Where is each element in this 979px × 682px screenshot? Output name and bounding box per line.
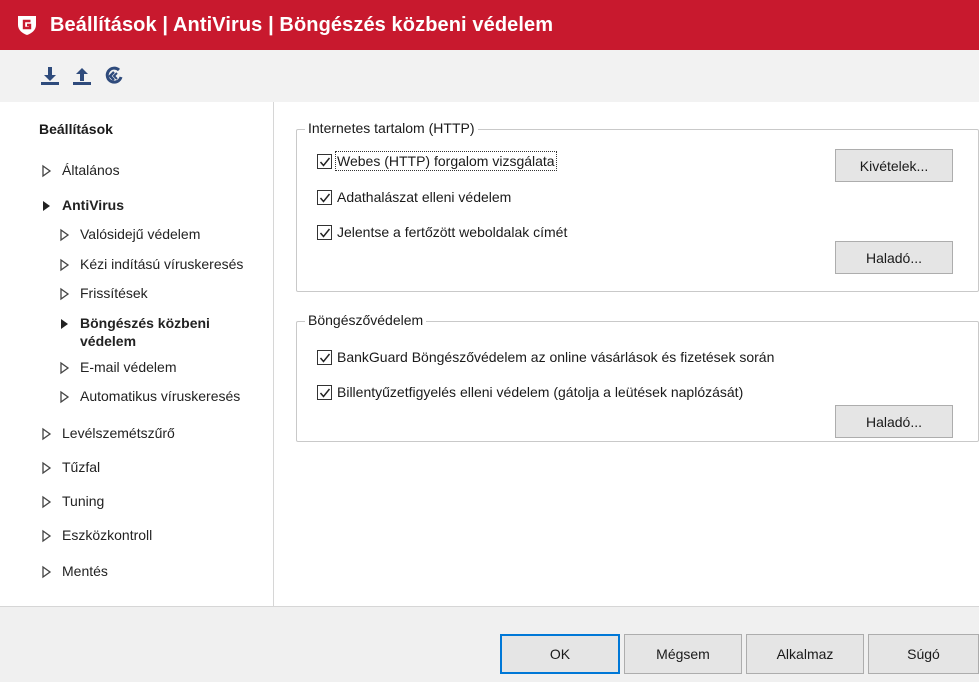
sidebar-item-levelszemet[interactable]: Levélszemétszűrő [39,424,175,442]
import-button[interactable] [38,64,62,88]
exceptions-button[interactable]: Kivételek... [835,149,953,182]
collapsed-arrow-icon [60,390,70,404]
sidebar-item-frissitesek[interactable]: Frissítések [57,284,148,302]
import-icon [41,67,59,85]
checkmark-icon [319,388,331,398]
checkbox-box [317,349,332,365]
expanded-arrow-icon [43,201,50,211]
dialog-footer: OK Mégsem Alkalmaz Súgó [0,606,979,682]
help-button[interactable]: Súgó [868,634,979,674]
keylogger-checkbox[interactable]: Billentyűzetfigyelés elleni védelem (gát… [317,384,743,400]
collapsed-arrow-icon [42,461,52,475]
apply-button[interactable]: Alkalmaz [746,634,864,674]
collapsed-arrow-icon [42,495,52,509]
browser-advanced-button[interactable]: Haladó... [835,405,953,438]
http-advanced-button[interactable]: Haladó... [835,241,953,274]
checkbox-box [317,189,332,205]
sidebar-heading: Beállítások [39,121,113,137]
checkbox-box [317,384,332,400]
title-bar: Beállítások | AntiVirus | Böngészés közb… [0,0,979,50]
sidebar-item-valosideju[interactable]: Valósidejű védelem [57,225,200,243]
sidebar-item-altalanos[interactable]: Általános [39,161,120,179]
collapsed-arrow-icon [60,228,70,242]
bankguard-checkbox[interactable]: BankGuard Böngészővédelem az online vásá… [317,349,774,365]
http-group-legend: Internetes tartalom (HTTP) [305,120,478,136]
gdata-logo-icon [18,16,36,35]
collapsed-arrow-icon [42,164,52,178]
export-button[interactable] [70,64,94,88]
sidebar-item-kezi[interactable]: Kézi indítású víruskeresés [57,255,243,273]
browser-group: Böngészővédelem BankGuard Böngészővédele… [296,312,979,442]
collapsed-arrow-icon [42,427,52,441]
sidebar-item-mentes[interactable]: Mentés [39,562,108,580]
http-scan-checkbox[interactable]: Webes (HTTP) forgalom vizsgálata [317,151,557,171]
checkmark-icon [319,193,331,203]
settings-sidebar: Beállítások Általános AntiVirus Valóside… [0,102,274,606]
checkmark-icon [319,157,331,167]
browser-group-legend: Böngészővédelem [305,312,427,328]
collapsed-arrow-icon [60,361,70,375]
checkbox-box [317,153,332,169]
http-group: Internetes tartalom (HTTP) Webes (HTTP) … [296,120,979,292]
checkmark-icon [319,228,331,238]
reset-icon [105,66,123,84]
sidebar-item-antivirus[interactable]: AntiVirus [39,196,124,214]
window-title: Beállítások | AntiVirus | Böngészés közb… [50,13,554,36]
collapsed-arrow-icon [60,258,70,272]
settings-content: Internetes tartalom (HTTP) Webes (HTTP) … [275,102,979,606]
report-infected-checkbox[interactable]: Jelentse a fertőzött weboldalak címét [317,224,567,240]
export-icon [73,68,91,85]
reset-button[interactable] [102,64,126,88]
phishing-checkbox[interactable]: Adathalászat elleni védelem [317,189,511,205]
checkbox-box [317,224,332,240]
collapsed-arrow-icon [42,529,52,543]
sidebar-item-bongeszes[interactable]: Böngészés közbeni védelem [57,314,247,350]
sidebar-item-tuzfal[interactable]: Tűzfal [39,458,100,476]
selected-arrow-icon [61,319,68,329]
collapsed-arrow-icon [60,287,70,301]
sidebar-item-tuning[interactable]: Tuning [39,492,104,510]
collapsed-arrow-icon [42,565,52,579]
checkmark-icon [319,353,331,363]
sidebar-item-automatikus[interactable]: Automatikus víruskeresés [57,387,240,405]
cancel-button[interactable]: Mégsem [624,634,742,674]
sidebar-item-eszkozkontroll[interactable]: Eszközkontroll [39,526,152,544]
ok-button[interactable]: OK [500,634,620,674]
sidebar-item-email[interactable]: E-mail védelem [57,358,176,376]
toolbar [0,50,979,102]
